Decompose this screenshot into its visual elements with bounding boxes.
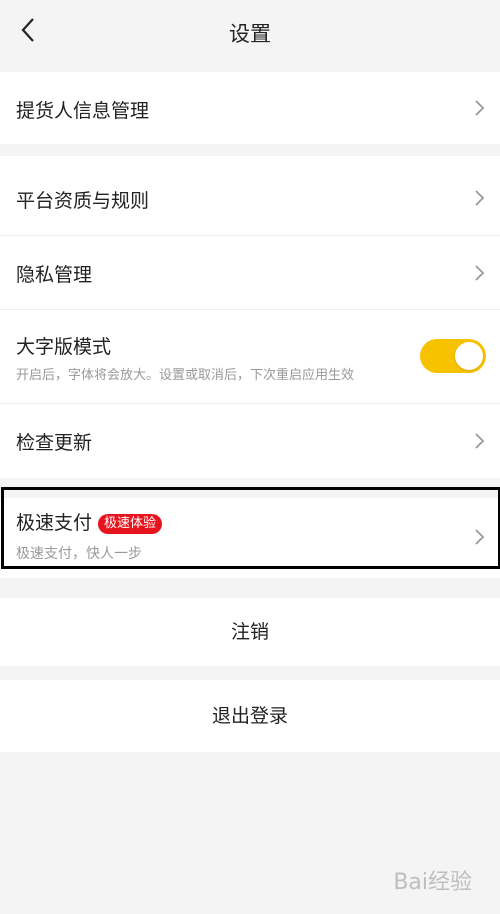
fast-pay-label: 极速支付 xyxy=(16,512,93,534)
chevron-right-icon xyxy=(475,190,485,206)
divider xyxy=(0,478,500,498)
platform-rules-item[interactable]: 平台资质与规则 xyxy=(0,156,500,236)
large-font-toggle[interactable] xyxy=(420,339,486,373)
privacy-label: 隐私管理 xyxy=(16,264,93,286)
divider xyxy=(0,666,500,680)
logout-button[interactable]: 退出登录 xyxy=(0,680,500,752)
divider xyxy=(0,578,500,598)
group-settings: 平台资质与规则 隐私管理 大字版模式 开启后，字体将会放大。设置或取消后，下次重… xyxy=(0,156,500,478)
pickup-info-label: 提货人信息管理 xyxy=(16,100,150,122)
group-pickup: 提货人信息管理 xyxy=(0,72,500,144)
platform-rules-label: 平台资质与规则 xyxy=(16,190,150,212)
large-font-label: 大字版模式 xyxy=(16,336,112,358)
chevron-right-icon xyxy=(475,265,485,281)
large-font-description: 开启后，字体将会放大。设置或取消后，下次重启应用生效 xyxy=(16,368,355,383)
header-bar: 设置 xyxy=(0,0,500,64)
group-fast-pay: 极速支付 极速体验 极速支付，快人一步 xyxy=(0,498,500,578)
privacy-item[interactable]: 隐私管理 xyxy=(0,236,500,310)
chevron-right-icon xyxy=(475,433,485,449)
chevron-right-icon xyxy=(475,529,485,545)
fast-pay-title: 极速支付 极速体验 xyxy=(16,508,163,535)
fast-pay-item[interactable]: 极速支付 极速体验 极速支付，快人一步 xyxy=(0,498,500,578)
fast-pay-description: 极速支付，快人一步 xyxy=(16,546,142,562)
fast-pay-badge: 极速体验 xyxy=(98,514,163,534)
page-title: 设置 xyxy=(229,22,271,46)
deregister-button[interactable]: 注销 xyxy=(0,598,500,666)
chevron-right-icon xyxy=(475,100,485,116)
watermark-text: Bai经验 xyxy=(393,870,472,895)
divider xyxy=(0,144,500,156)
toggle-knob xyxy=(455,342,483,370)
watermark: Bai经验 xyxy=(393,864,472,896)
check-update-item[interactable]: 检查更新 xyxy=(0,404,500,478)
check-update-label: 检查更新 xyxy=(16,432,93,454)
pickup-info-item[interactable]: 提货人信息管理 xyxy=(0,72,500,144)
large-font-item: 大字版模式 开启后，字体将会放大。设置或取消后，下次重启应用生效 xyxy=(0,310,500,404)
